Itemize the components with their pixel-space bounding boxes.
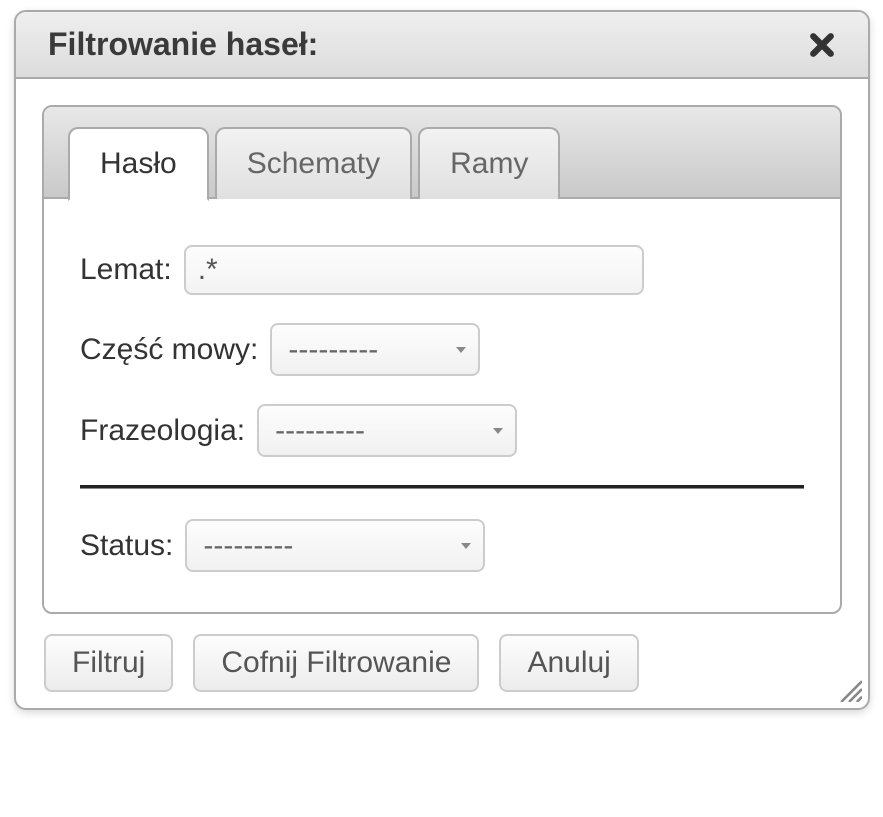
tab-schematy[interactable]: Schematy [215, 127, 412, 199]
frazeologia-select[interactable]: --------- [257, 404, 517, 457]
cancel-button-label: Anuluj [527, 646, 610, 679]
lemat-input[interactable] [184, 245, 644, 295]
close-icon[interactable] [804, 27, 840, 63]
field-row-czesc-mowy: Część mowy: --------- [80, 323, 804, 376]
filter-button[interactable]: Filtruj [44, 634, 173, 692]
status-select-wrap: --------- [185, 519, 485, 572]
filter-dialog: Filtrowanie haseł: Hasło Schematy Ramy L… [14, 10, 870, 710]
section-divider [80, 485, 804, 489]
tab-panel-haslo: Lemat: Część mowy: --------- Frazeologia… [44, 199, 840, 612]
button-row: Filtruj Cofnij Filtrowanie Anuluj [42, 634, 842, 692]
czesc-mowy-label: Część mowy: [80, 333, 258, 367]
cancel-button[interactable]: Anuluj [499, 634, 638, 692]
undo-filter-button[interactable]: Cofnij Filtrowanie [193, 634, 479, 692]
czesc-mowy-select-wrap: --------- [270, 323, 480, 376]
undo-filter-button-label: Cofnij Filtrowanie [221, 646, 451, 679]
resize-grip-icon[interactable] [836, 676, 862, 702]
dialog-header: Filtrowanie haseł: [16, 12, 868, 79]
tab-strip: Hasło Schematy Ramy [44, 107, 840, 199]
tab-label: Schematy [247, 147, 380, 180]
czesc-mowy-select[interactable]: --------- [270, 323, 480, 376]
frazeologia-select-wrap: --------- [257, 404, 517, 457]
status-label: Status: [80, 529, 173, 563]
field-row-lemat: Lemat: [80, 245, 804, 295]
frazeologia-label: Frazeologia: [80, 414, 245, 448]
lemat-label: Lemat: [80, 253, 172, 287]
field-row-frazeologia: Frazeologia: --------- [80, 404, 804, 457]
filter-button-label: Filtruj [72, 646, 145, 679]
dialog-title: Filtrowanie haseł: [48, 26, 318, 63]
field-row-status: Status: --------- [80, 519, 804, 572]
status-select[interactable]: --------- [185, 519, 485, 572]
dialog-body: Hasło Schematy Ramy Lemat: Część mowy: [16, 79, 868, 708]
tab-ramy[interactable]: Ramy [418, 127, 560, 199]
tab-label: Ramy [450, 147, 528, 180]
tabs-container: Hasło Schematy Ramy Lemat: Część mowy: [42, 105, 842, 614]
tab-haslo[interactable]: Hasło [68, 127, 209, 201]
tab-label: Hasło [100, 147, 177, 180]
